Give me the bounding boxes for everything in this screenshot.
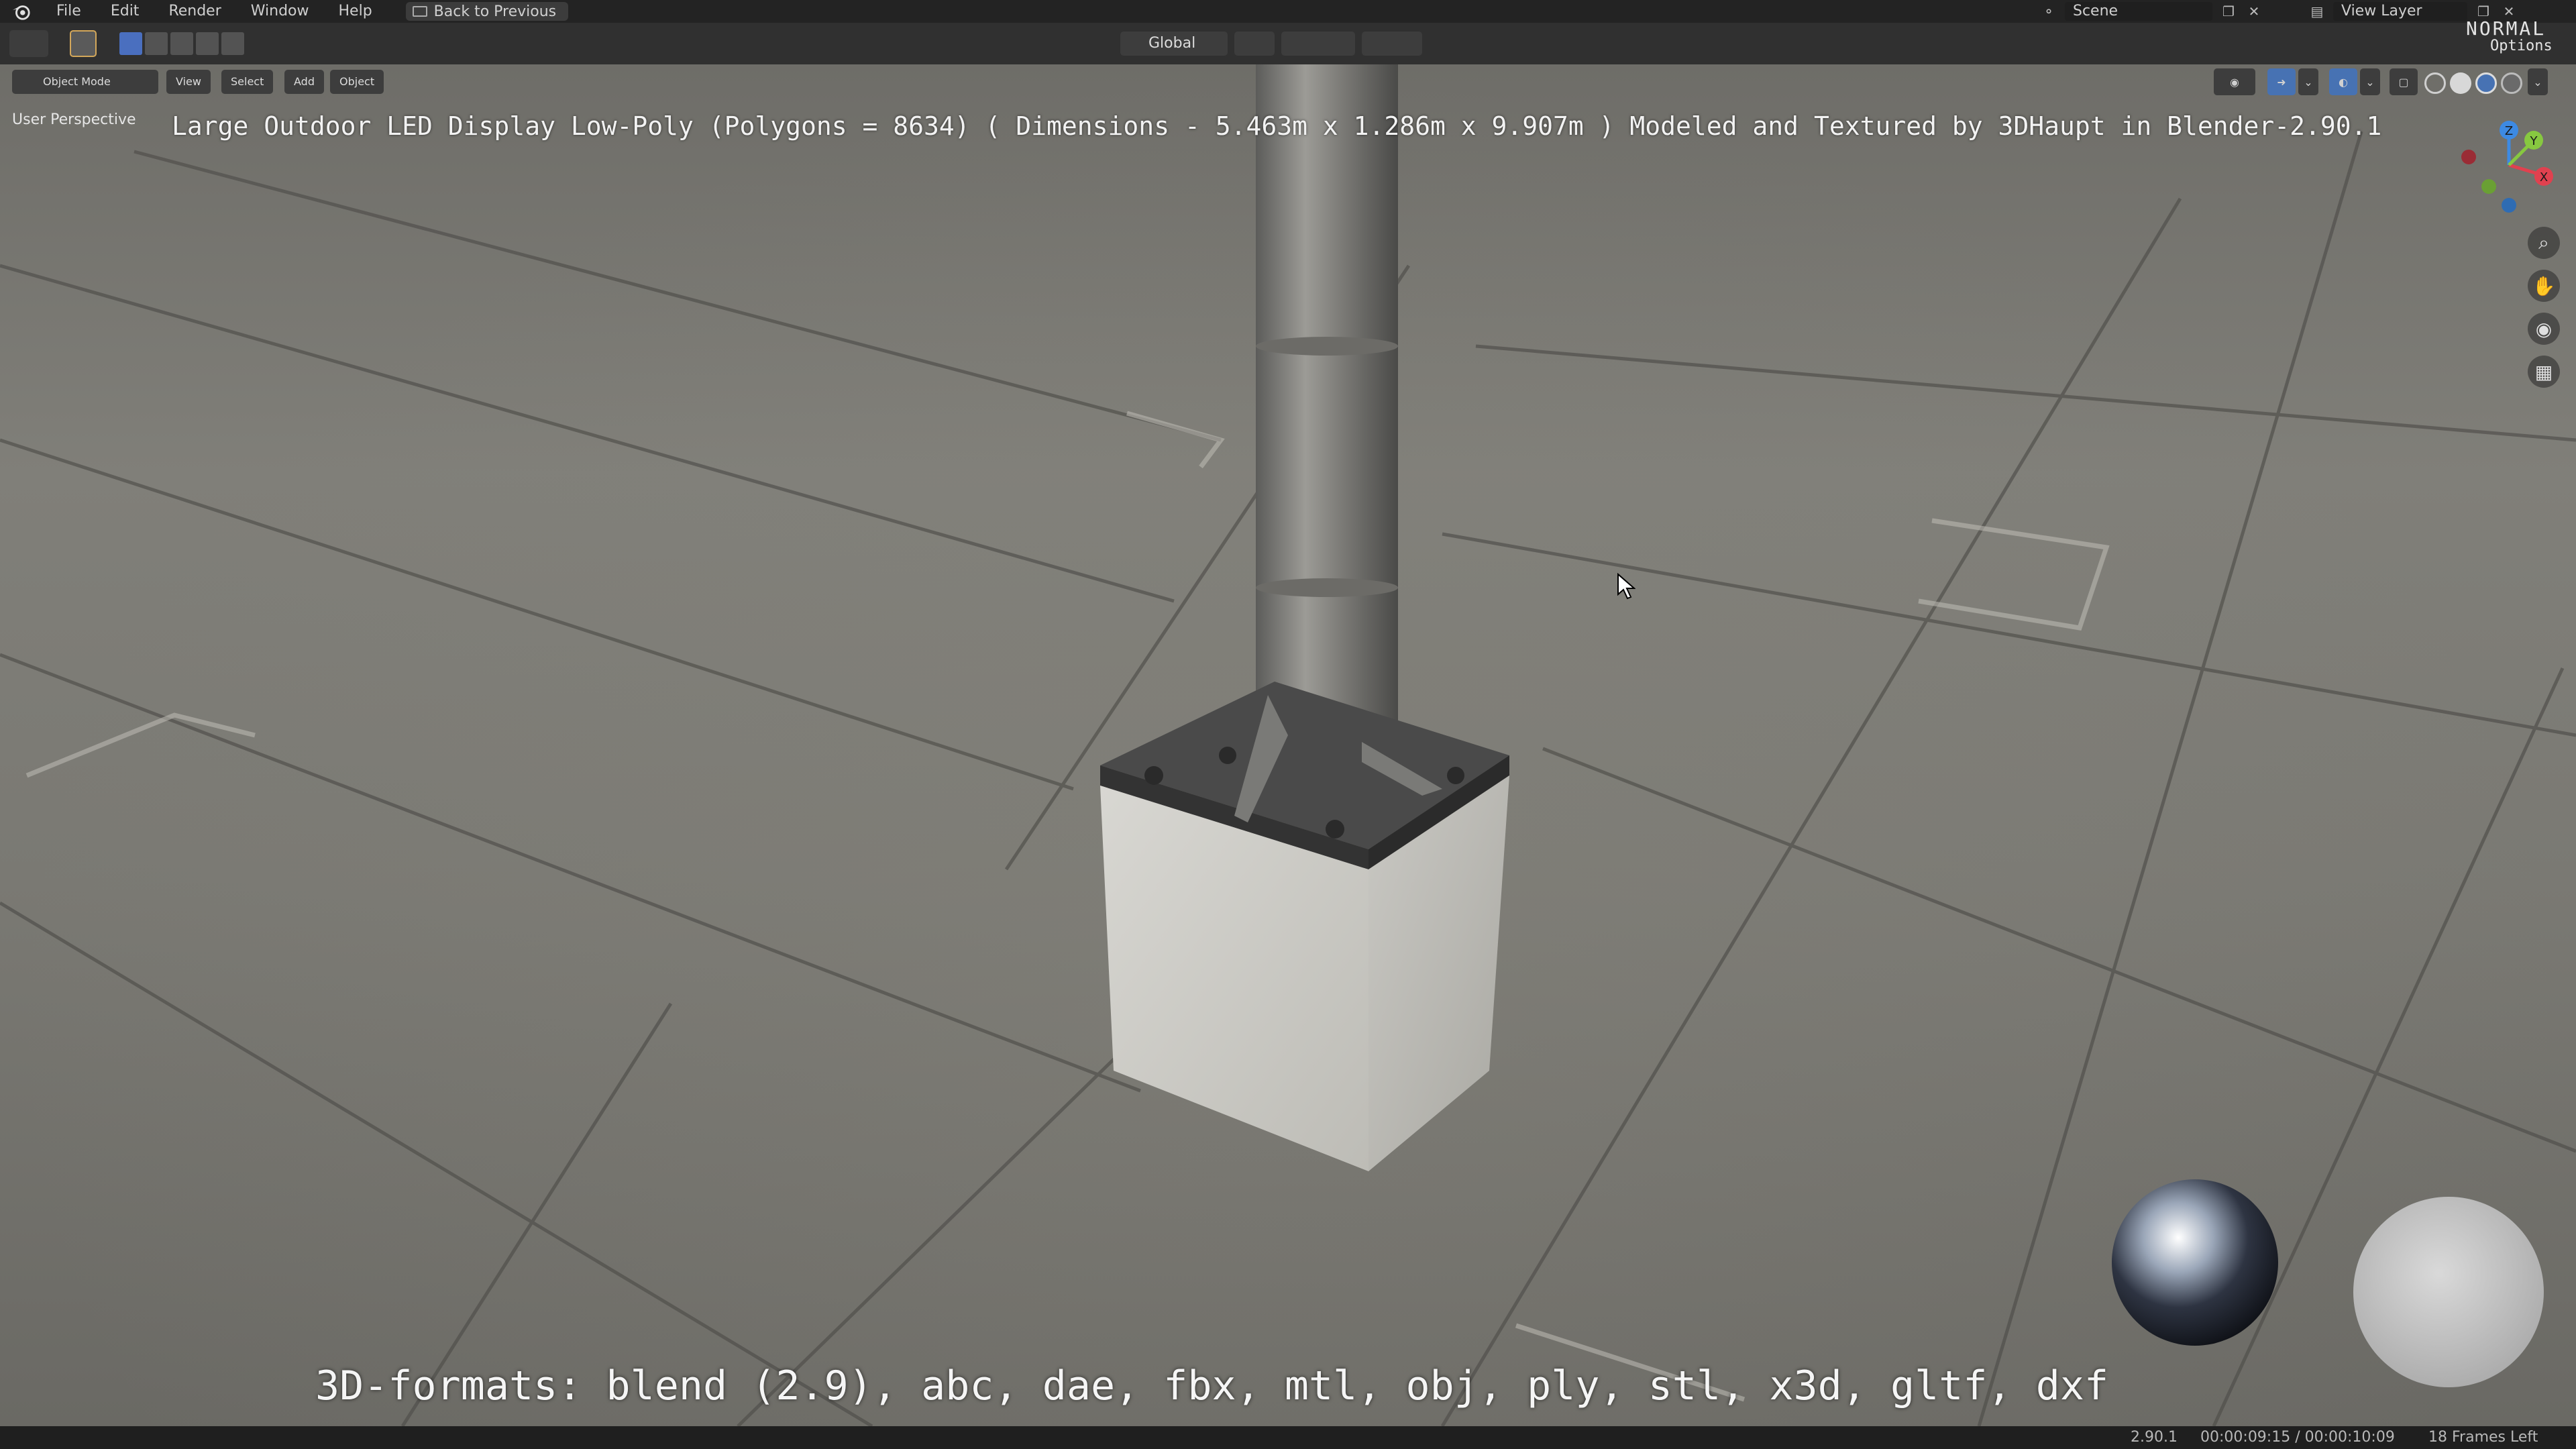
- object-menu[interactable]: Object: [330, 70, 384, 94]
- menu-help[interactable]: Help: [325, 0, 388, 23]
- painted-markings: [25, 411, 2110, 1402]
- top-menu-bar: File Edit Render Window Help Back to Pre…: [0, 0, 2576, 23]
- menu-render[interactable]: Render: [155, 0, 237, 23]
- transform-orientation-value: Global: [1148, 35, 1196, 52]
- perspective-label: User Perspective: [12, 111, 136, 128]
- formats-caption: 3D-formats: blend (2.9), abc, dae, fbx, …: [315, 1362, 2109, 1409]
- normal-watermark: NORMAL: [2466, 17, 2546, 40]
- select-invert-icon[interactable]: [196, 32, 219, 55]
- mode-selector-value: Object Mode: [43, 75, 111, 88]
- menu-edit[interactable]: Edit: [97, 0, 156, 23]
- scene-render: [0, 64, 2576, 1426]
- visibility-dropdown[interactable]: ◉: [2214, 68, 2255, 95]
- frames-left-label: 18 Frames Left: [2428, 1429, 2538, 1446]
- blender-logo-icon[interactable]: [11, 1, 31, 21]
- gizmo-dropdown[interactable]: ⌄: [2298, 68, 2318, 95]
- show-gizmo-toggle[interactable]: ➜: [2267, 68, 2296, 95]
- new-scene-icon[interactable]: ❐: [2219, 3, 2238, 20]
- select-extend-icon[interactable]: [145, 32, 168, 55]
- ortho-toggle-icon[interactable]: ▦: [2528, 356, 2560, 388]
- 3d-viewport[interactable]: Object Mode View Select Add Object ◉ ➜ ⌄…: [0, 64, 2576, 1426]
- view-layer-browse-icon[interactable]: ▤: [2308, 3, 2326, 20]
- status-bar: 2.90.1 00:00:09:15 / 00:00:10:09 18 Fram…: [0, 1426, 2576, 1449]
- proportional-editing-toggle[interactable]: [1362, 32, 1422, 56]
- view-menu[interactable]: View: [166, 70, 211, 94]
- axis-neg-y-icon[interactable]: [2481, 179, 2496, 194]
- blender-window: File Edit Render Window Help Back to Pre…: [0, 0, 2576, 1449]
- rendered-shading-icon[interactable]: [2501, 72, 2522, 94]
- viewport-header: Object Mode View Select Add Object ◉ ➜ ⌄…: [0, 64, 2576, 99]
- mouse-cursor-icon: [1617, 573, 1635, 600]
- transform-orientation-dropdown[interactable]: Global: [1120, 32, 1228, 56]
- wireframe-shading-icon[interactable]: [2424, 72, 2446, 94]
- overlays-dropdown[interactable]: ⌄: [2360, 68, 2380, 95]
- options-dropdown[interactable]: Options: [2490, 38, 2553, 54]
- axis-x-label: X: [2540, 170, 2548, 184]
- hdri-chrome-sphere: [2112, 1179, 2278, 1346]
- playback-time: 00:00:09:15 / 00:00:10:09: [2200, 1429, 2395, 1446]
- navigation-gizmo[interactable]: Z X Y: [2455, 111, 2563, 225]
- version-label: 2.90.1: [2131, 1429, 2178, 1446]
- menu-file[interactable]: File: [43, 0, 97, 23]
- mode-selector-dropdown[interactable]: Object Mode: [12, 70, 158, 94]
- view-layer-name-field[interactable]: View Layer: [2333, 2, 2467, 21]
- back-to-previous-label: Back to Previous: [433, 3, 557, 20]
- pan-hand-icon[interactable]: ✋: [2528, 270, 2560, 302]
- scene-name-field[interactable]: Scene: [2065, 2, 2212, 21]
- axis-neg-z-icon[interactable]: [2502, 198, 2516, 213]
- editor-type-icon[interactable]: [9, 30, 48, 57]
- select-menu[interactable]: Select: [221, 70, 274, 94]
- shading-dropdown[interactable]: ⌄: [2528, 68, 2548, 95]
- menu-window[interactable]: Window: [237, 0, 325, 23]
- select-tool-icon[interactable]: [70, 30, 97, 57]
- model-caption: Large Outdoor LED Display Low-Poly (Poly…: [172, 111, 2382, 141]
- select-intersect-icon[interactable]: [221, 32, 244, 55]
- snap-toggle[interactable]: [1281, 32, 1355, 56]
- axis-neg-x-icon[interactable]: [2461, 150, 2476, 164]
- steel-pole: [1256, 64, 1398, 749]
- fullscreen-back-icon: [412, 6, 427, 17]
- back-to-previous-button[interactable]: Back to Previous: [405, 2, 569, 21]
- add-menu[interactable]: Add: [284, 70, 324, 94]
- axis-z-label: Z: [2505, 124, 2513, 138]
- pivot-point-dropdown[interactable]: [1234, 32, 1275, 56]
- xray-toggle[interactable]: ▢: [2390, 68, 2418, 95]
- show-overlays-toggle[interactable]: ◐: [2329, 68, 2357, 95]
- camera-view-icon[interactable]: ◉: [2528, 313, 2560, 345]
- axis-y-label: Y: [2530, 134, 2538, 148]
- zoom-icon[interactable]: ⌕: [2528, 227, 2560, 259]
- hdri-diffuse-sphere: [2353, 1197, 2544, 1387]
- material-preview-shading-icon[interactable]: [2475, 72, 2497, 94]
- scene-browse-icon[interactable]: ⚬: [2039, 3, 2058, 20]
- tool-header: Global NORMAL Options: [0, 17, 2576, 64]
- select-subtract-icon[interactable]: [170, 32, 193, 55]
- select-new-icon[interactable]: [119, 32, 142, 55]
- scene-selector: ⚬ Scene ❐ ✕: [2039, 2, 2263, 21]
- solid-shading-icon[interactable]: [2450, 72, 2471, 94]
- delete-scene-icon[interactable]: ✕: [2245, 3, 2263, 20]
